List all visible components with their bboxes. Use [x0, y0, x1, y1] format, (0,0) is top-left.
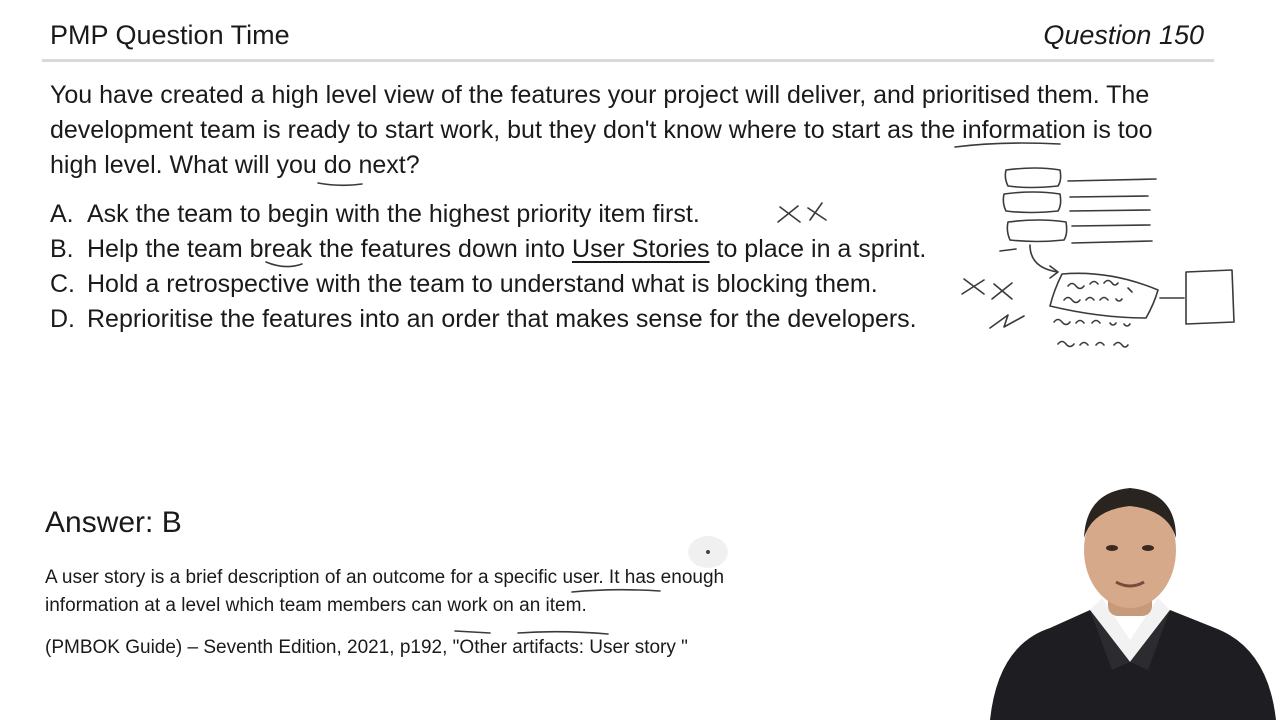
underline-mark [317, 182, 363, 187]
header-divider [42, 59, 1214, 62]
feature-line [1069, 209, 1151, 212]
feature-line [1071, 224, 1151, 227]
feature-line [1071, 240, 1153, 244]
reference-citation: (PMBOK Guide) – Seventh Edition, 2021, p… [45, 637, 688, 658]
cross-mark [989, 314, 1025, 329]
story-marks [1063, 296, 1123, 304]
presenter-eye [1142, 545, 1154, 551]
story-marks [1067, 279, 1133, 293]
option-b[interactable]: B. Help the team break the features down … [50, 232, 926, 267]
page-title: PMP Question Time [50, 20, 290, 50]
answer-explanation: A user story is a brief description of a… [45, 567, 725, 616]
presenter-video [990, 488, 1276, 720]
presenter-eye [1106, 545, 1118, 551]
underline-mark [517, 630, 609, 635]
option-letter: C. [50, 270, 75, 298]
option-text: Hold a retrospective with the team to un… [87, 270, 878, 298]
option-text: Ask the team to begin with the highest p… [87, 200, 700, 228]
answer-options: A. Ask the team to begin with the highest… [50, 197, 926, 337]
feature-box-sketch [1002, 191, 1062, 214]
option-letter: A. [50, 200, 74, 228]
feature-line [1069, 195, 1149, 198]
sprint-sketch [1159, 269, 1235, 325]
option-d[interactable]: D. Reprioritise the features into an orde… [50, 302, 926, 337]
presenter-suit [990, 610, 1276, 720]
underline-mark [999, 248, 1017, 252]
story-marks [1053, 318, 1131, 327]
option-letter: D. [50, 305, 75, 333]
story-marks [1057, 340, 1129, 348]
option-text-start: Help the team break the features down in… [87, 235, 573, 263]
underline-mark [454, 630, 491, 634]
question-text: You have created a high level view of th… [50, 81, 1153, 179]
user-stories-term: User Stories [572, 235, 710, 263]
question-number: Question 150 [1043, 20, 1204, 50]
cross-mark [961, 278, 1013, 300]
option-c[interactable]: C. Hold a retrospective with the team to … [50, 267, 926, 302]
feature-box-sketch [1006, 219, 1068, 243]
arrow-mark [1029, 244, 1059, 279]
pointer-dot [706, 550, 710, 554]
option-text-end: to place in a sprint. [709, 235, 927, 263]
story-card-sketch [1049, 272, 1159, 319]
answer-heading: Answer: B [45, 506, 182, 539]
option-text: Reprioritise the features into an order … [87, 305, 917, 333]
option-letter: B. [50, 235, 74, 263]
option-a[interactable]: A. Ask the team to begin with the highest… [50, 197, 926, 232]
